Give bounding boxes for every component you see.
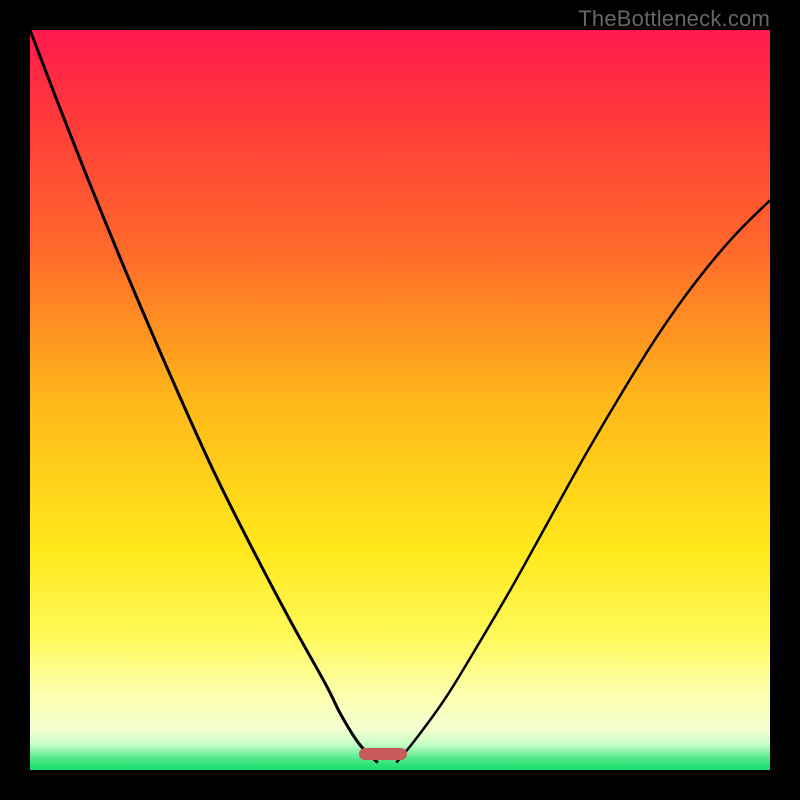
curve-left-branch: [30, 30, 378, 763]
watermark-text: TheBottleneck.com: [578, 6, 770, 32]
bottleneck-curve: [30, 30, 770, 770]
curve-right-branch: [396, 200, 770, 762]
optimal-marker: [359, 748, 407, 760]
plot-frame: [30, 30, 770, 770]
